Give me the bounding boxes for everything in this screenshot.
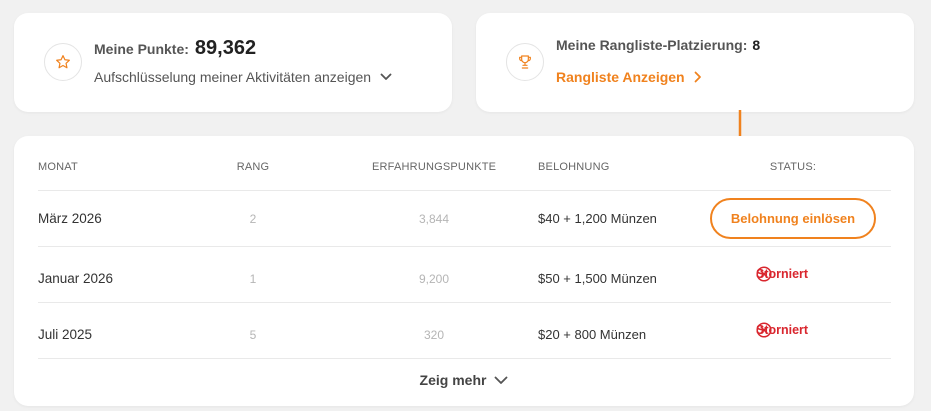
points-label: Meine Punkte: [94, 41, 189, 57]
rank-label: Meine Rangliste-Platzierung: [556, 37, 748, 53]
row-reward: $20 + 800 Münzen [538, 327, 647, 342]
row-xp: 320 [423, 328, 445, 342]
chevron-down-icon [495, 376, 508, 384]
view-leaderboard-link[interactable]: Rangliste Anzeigen [556, 69, 702, 85]
trophy-icon [506, 43, 544, 81]
row-reward: $50 + 1,500 Münzen [538, 271, 657, 286]
row-month: Juli 2025 [38, 327, 93, 342]
status-label: Storniert [756, 267, 809, 281]
star-icon [44, 43, 82, 81]
show-more-button[interactable]: Zeig mehr [14, 372, 914, 388]
status-badge: Storniert [756, 266, 808, 282]
chevron-down-icon [380, 73, 392, 80]
activity-breakdown-link[interactable]: Aufschlüsselung meiner Aktivitäten anzei… [94, 69, 392, 85]
row-month: Januar 2026 [38, 271, 114, 286]
row-rank: 5 [249, 328, 257, 342]
rank-value: 8 [752, 37, 761, 53]
table-header: MONAT RANG ERFAHRUNGSPUNKTE BELOHNUNG ST… [38, 161, 891, 177]
table-row: März 2026 2 3,844 $40 + 1,200 Münzen Bel… [38, 190, 891, 246]
row-rank: 1 [249, 272, 257, 286]
show-more-label: Zeig mehr [419, 372, 487, 388]
row-xp: 9,200 [418, 272, 450, 286]
status-badge: Storniert [756, 322, 808, 338]
rank-card: Meine Rangliste-Platzierung: 8 Rangliste… [476, 13, 914, 112]
table-row: Januar 2026 1 9,200 $50 + 1,500 Münzen S… [38, 246, 891, 302]
view-leaderboard-label: Rangliste Anzeigen [556, 69, 685, 85]
activity-breakdown-label: Aufschlüsselung meiner Aktivitäten anzei… [94, 69, 372, 85]
header-reward: BELOHNUNG [538, 161, 610, 173]
redeem-reward-button[interactable]: Belohnung einlösen [710, 198, 876, 239]
row-xp: 3,844 [418, 212, 450, 226]
row-rank: 2 [249, 212, 257, 226]
chevron-right-icon [694, 71, 701, 83]
header-month: MONAT [38, 161, 78, 173]
header-xp: ERFAHRUNGSPUNKTE [372, 161, 497, 173]
table-divider [38, 358, 891, 359]
points-value: 89,362 [194, 37, 257, 59]
header-rank: RANG [236, 161, 270, 173]
leaderboard-history-table: MONAT RANG ERFAHRUNGSPUNKTE BELOHNUNG ST… [14, 136, 914, 406]
status-label: Storniert [756, 323, 809, 337]
points-stat: Meine Punkte: 89,362 [94, 37, 256, 60]
points-card: Meine Punkte: 89,362 Aufschlüsselung mei… [14, 13, 452, 112]
row-reward: $40 + 1,200 Münzen [538, 211, 657, 226]
table-row: Juli 2025 5 320 $20 + 800 Münzen Stornie… [38, 302, 891, 358]
row-month: März 2026 [38, 211, 102, 226]
rank-stat: Meine Rangliste-Platzierung: 8 [556, 37, 760, 53]
header-status: STATUS: [769, 161, 817, 173]
